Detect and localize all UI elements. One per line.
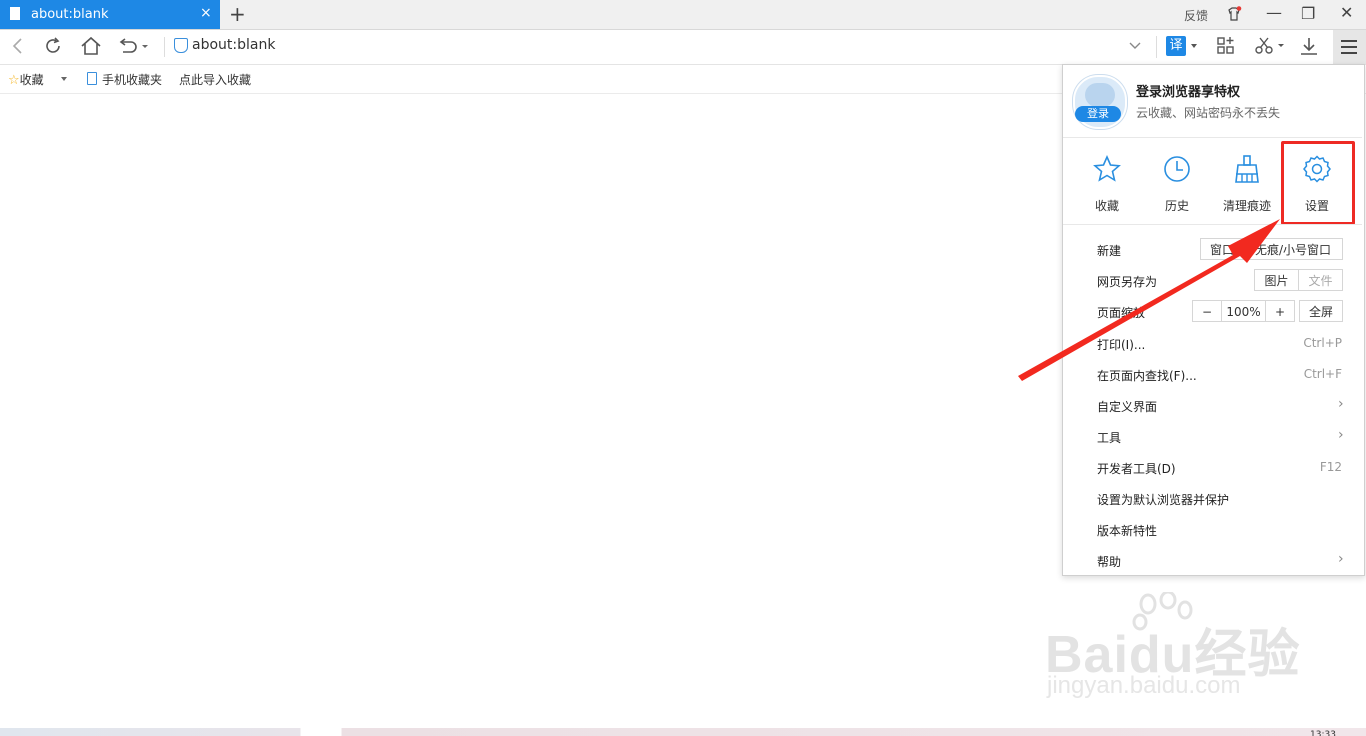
bookmark-mobile-label: 手机收藏夹 [102,73,163,87]
devtools-shortcut: F12 [1319,460,1342,474]
bookmark-import[interactable]: 点此导入收藏 [179,71,251,88]
toolbar-divider [1156,36,1157,58]
apps-icon[interactable] [1216,36,1238,61]
main-menu-button[interactable] [1333,30,1366,64]
menu-whats-new[interactable]: 版本新特性 [1097,522,1157,539]
bookmark-favorites-label: 收藏 [19,73,44,87]
login-subtitle: 云收藏、网站密码永不丢失 [1136,106,1281,120]
minimize-button[interactable]: — [1266,3,1282,22]
saveas-file-button[interactable]: 文件 [1298,269,1343,291]
watermark-url: jingyan.baidu.com [1047,672,1241,699]
quick-clean-label: 清理痕迹 [1222,199,1271,213]
find-shortcut: Ctrl+F [1303,367,1342,381]
favorites-dropdown-icon[interactable] [61,77,67,81]
quick-history-label: 历史 [1164,199,1189,213]
menu-devtools[interactable]: 开发者工具(D) [1097,460,1176,477]
zoom-level: 100% [1221,300,1266,322]
tab-close-icon[interactable]: × [200,5,212,21]
maximize-button[interactable]: ❐ [1301,4,1315,23]
avatar-face-icon [1085,83,1115,107]
taskbar-strip [0,728,1366,736]
tab-title: about:blank [31,7,109,22]
menu-help[interactable]: 帮助 [1097,553,1121,570]
address-text[interactable]: about:blank [192,37,275,53]
chevron-right-icon: › [1338,427,1344,443]
star-plus-icon: ☆ [8,73,20,88]
bookmark-mobile[interactable]: 手机收藏夹 [87,71,162,88]
clock-icon [1142,154,1212,191]
toolbar-divider [164,37,165,57]
saveas-image-button[interactable]: 图片 [1254,269,1299,291]
settings-highlight-box [1281,141,1355,225]
translate-button[interactable]: 译 [1166,36,1186,56]
star-icon [1072,154,1142,191]
translate-dropdown-icon[interactable] [1191,44,1197,48]
phone-icon [87,72,97,85]
menu-customize[interactable]: 自定义界面 [1097,398,1157,415]
new-private-window-button[interactable]: 无痕/小号窗口 [1243,238,1343,260]
quick-favorites-label: 收藏 [1094,199,1119,213]
menu-divider [1063,224,1362,225]
menu-print[interactable]: 打印(I)... [1097,336,1145,353]
refresh-icon[interactable] [43,36,63,61]
close-window-button[interactable]: ✕ [1340,3,1353,22]
home-icon[interactable] [80,36,102,61]
login-title[interactable]: 登录浏览器享特权 [1136,81,1240,100]
document-icon [10,7,20,20]
menu-icon [1341,40,1357,42]
chevron-right-icon: › [1338,551,1344,567]
quick-clean-button[interactable]: 清理痕迹 [1212,154,1282,214]
menu-divider [1063,137,1362,138]
download-icon[interactable] [1299,36,1319,61]
new-tab-button[interactable]: + [229,2,246,26]
menu-set-default[interactable]: 设置为默认浏览器并保护 [1097,491,1229,508]
taskbar-clock: 13:33 [1310,730,1336,736]
back-icon[interactable] [10,36,24,61]
menu-saveas-label: 网页另存为 [1097,275,1158,289]
shield-icon [174,37,188,53]
login-button[interactable]: 登录 [1075,106,1121,122]
bookmark-favorites[interactable]: ☆收藏 [8,71,44,88]
quick-history-button[interactable]: 历史 [1142,154,1212,214]
address-bar[interactable]: about:blank [174,37,275,53]
shirt-skin-icon[interactable] [1226,6,1242,26]
menu-find[interactable]: 在页面内查找(F)... [1097,367,1197,384]
feedback-button[interactable]: 反馈 [1184,7,1208,24]
menu-zoom-label: 页面缩放 [1097,306,1146,320]
address-dropdown-icon[interactable] [1128,38,1142,55]
tab-active[interactable]: about:blank × [0,0,220,29]
zoom-in-button[interactable]: + [1265,300,1295,322]
menu-new-label: 新建 [1097,244,1122,258]
broom-icon [1212,154,1282,191]
zoom-out-button[interactable]: − [1192,300,1222,322]
print-shortcut: Ctrl+P [1303,336,1342,350]
undo-close-icon[interactable] [117,36,151,61]
chevron-right-icon: › [1338,396,1344,412]
fullscreen-button[interactable]: 全屏 [1299,300,1343,322]
menu-tools[interactable]: 工具 [1097,429,1121,446]
new-window-button[interactable]: 窗口 [1200,238,1244,260]
quick-favorites-button[interactable]: 收藏 [1072,154,1142,214]
scissors-icon[interactable] [1254,36,1286,61]
